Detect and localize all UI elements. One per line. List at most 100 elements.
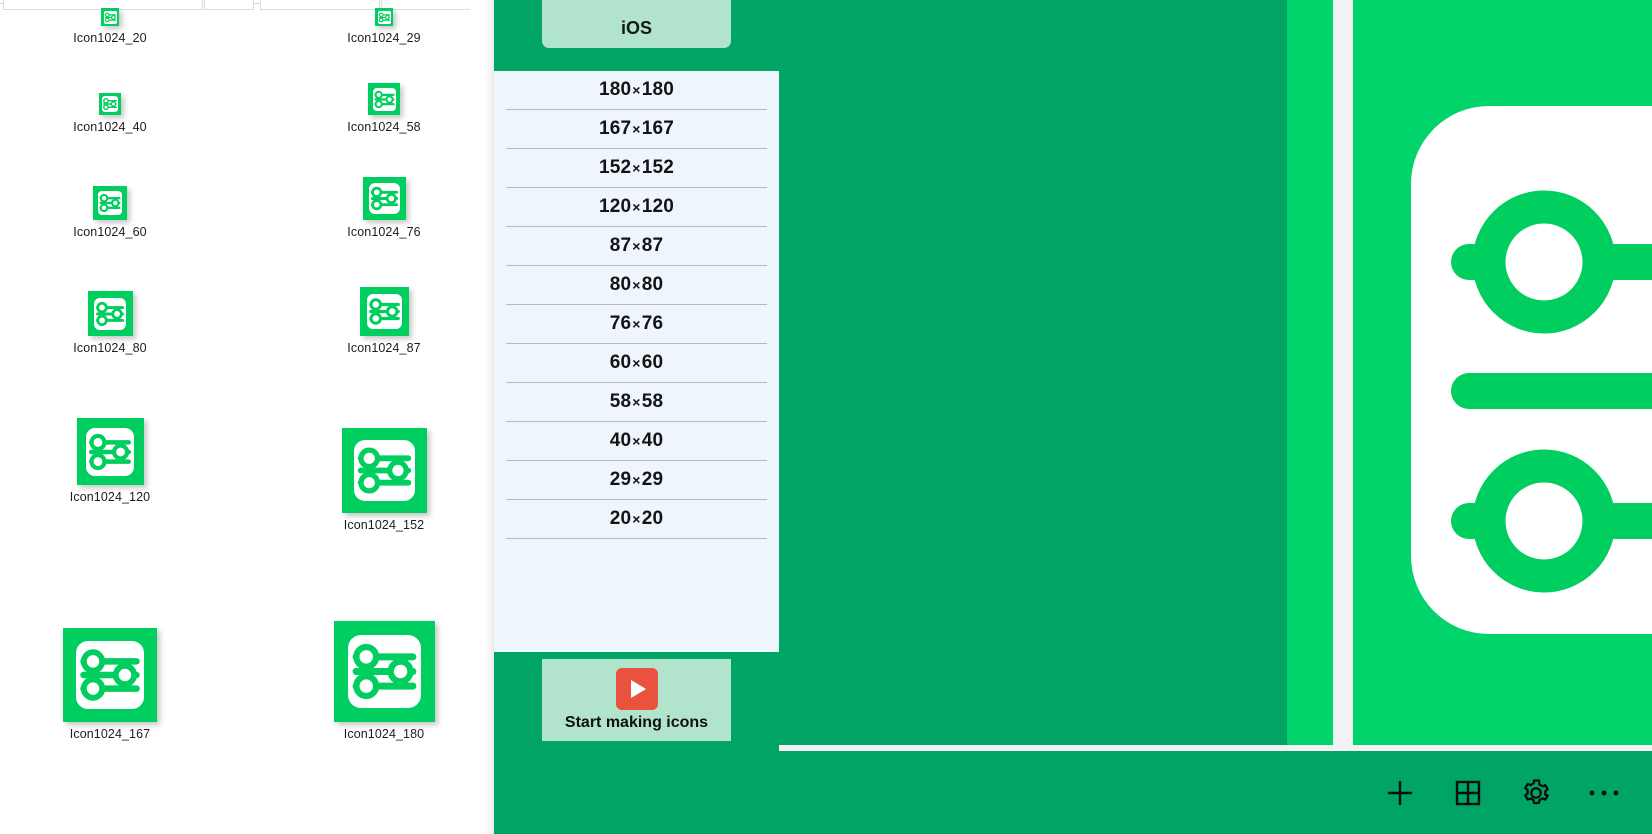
- file-name-label: Icon1024_120: [69, 490, 151, 504]
- file-tile: [63, 628, 157, 722]
- icon-size-label: 40×40: [609, 430, 664, 451]
- pane-divider-shadow: [470, 0, 496, 834]
- file-name-label: Icon1024_60: [73, 225, 147, 239]
- icon-size-row[interactable]: 58×58: [506, 383, 767, 422]
- sidebar-header: iOS: [494, 0, 779, 71]
- icon-size-label: 120×120: [598, 196, 674, 217]
- sliders-icon: [99, 193, 121, 213]
- sliders-icon: [368, 298, 400, 325]
- file-tile-plate: [76, 641, 144, 709]
- sliders-icon: [80, 649, 140, 701]
- file-name-label: Icon1024_40: [73, 120, 147, 134]
- tab-ios[interactable]: iOS: [542, 0, 731, 48]
- play-icon: [615, 668, 658, 710]
- icon-size-label: 76×76: [609, 313, 664, 334]
- more-icon[interactable]: [1570, 751, 1638, 834]
- file-item[interactable]: Icon1024_80: [20, 291, 200, 355]
- file-tile: [359, 287, 409, 336]
- icon-preview-plate: [1411, 106, 1652, 634]
- sliders-icon: [352, 643, 416, 700]
- file-thumbnail: [20, 628, 200, 722]
- file-tile-plate: [368, 183, 400, 214]
- file-tile: [87, 291, 133, 336]
- file-item[interactable]: Icon1024_120: [20, 418, 200, 504]
- file-tile-plate: [103, 10, 117, 24]
- icon-size-row[interactable]: 87×87: [506, 227, 767, 266]
- sliders-icon: [378, 12, 390, 22]
- file-thumbnail: [294, 428, 474, 513]
- icon-size-row[interactable]: 80×80: [506, 266, 767, 305]
- chrome-field-b[interactable]: [204, 0, 254, 10]
- icon-size-label: 87×87: [609, 235, 664, 256]
- icon-size-row[interactable]: 60×60: [506, 344, 767, 383]
- file-item[interactable]: Icon1024_60: [20, 186, 200, 239]
- icon-size-row[interactable]: 29×29: [506, 461, 767, 500]
- file-name-label: Icon1024_167: [69, 727, 151, 741]
- file-tile: [101, 8, 119, 26]
- grid-view-icon[interactable]: [1434, 751, 1502, 834]
- file-tile: [93, 186, 127, 220]
- file-item[interactable]: Icon1024_76: [294, 177, 474, 239]
- icon-size-label: 180×180: [598, 79, 674, 100]
- app-window: Icon1024_20 Icon1024_40 Icon1024_60 Icon…: [0, 0, 1652, 834]
- file-thumbnail: [294, 83, 474, 115]
- sliders-icon: [104, 12, 116, 22]
- file-thumbnail: [20, 291, 200, 336]
- file-tile-plate: [86, 427, 134, 476]
- icon-size-row[interactable]: 152×152: [506, 149, 767, 188]
- file-item[interactable]: Icon1024_167: [20, 628, 200, 741]
- file-thumbnail: [20, 418, 200, 485]
- icon-size-row[interactable]: 180×180: [506, 71, 767, 110]
- file-tile-plate: [94, 297, 126, 330]
- file-item[interactable]: Icon1024_152: [294, 428, 474, 532]
- icon-size-label: 80×80: [609, 274, 664, 295]
- settings-icon[interactable]: [1502, 751, 1570, 834]
- file-item[interactable]: Icon1024_29: [294, 8, 474, 45]
- file-tile-plate: [372, 87, 396, 111]
- file-name-label: Icon1024_58: [347, 120, 421, 134]
- sliders-icon: [373, 90, 395, 108]
- icon-size-row[interactable]: 120×120: [506, 188, 767, 227]
- icon-generator-app: iOS 180×180 167×167 152×152 120×120 87×87 80×…: [494, 0, 1652, 834]
- icon-size-row[interactable]: 20×20: [506, 500, 767, 539]
- file-tile: [99, 93, 121, 115]
- icon-size-label: 20×20: [609, 508, 664, 529]
- file-thumbnail: [20, 93, 200, 115]
- sliders-icon: [89, 433, 131, 470]
- icon-size-row[interactable]: 167×167: [506, 110, 767, 149]
- file-item[interactable]: Icon1024_87: [294, 287, 474, 355]
- bottom-toolbar: [779, 751, 1652, 834]
- sliders-icon: [357, 447, 411, 494]
- file-thumbnail: [294, 177, 474, 220]
- file-name-label: Icon1024_20: [73, 31, 147, 45]
- start-making-icons-label: Start making icons: [564, 714, 709, 731]
- sidebar: iOS 180×180 167×167 152×152 120×120 87×87 80×…: [494, 0, 779, 834]
- file-item[interactable]: Icon1024_180: [294, 621, 474, 741]
- icon-size-list[interactable]: 180×180 167×167 152×152 120×120 87×87 80×80 76…: [494, 71, 779, 652]
- icon-size-label: 60×60: [609, 352, 664, 373]
- file-thumbnail: [20, 186, 200, 220]
- file-item[interactable]: Icon1024_20: [20, 8, 200, 45]
- file-tile-plate: [377, 10, 391, 24]
- sliders-icon: [370, 186, 398, 211]
- add-icon[interactable]: [1366, 751, 1434, 834]
- file-tile: [362, 177, 406, 220]
- icon-size-row[interactable]: 40×40: [506, 422, 767, 461]
- file-item[interactable]: Icon1024_40: [20, 93, 200, 134]
- file-tile-plate: [353, 440, 415, 501]
- file-tile-plate: [98, 191, 122, 215]
- file-tile: [368, 83, 400, 115]
- start-making-icons-button[interactable]: Start making icons: [542, 659, 731, 741]
- file-name-label: Icon1024_152: [343, 518, 425, 532]
- file-tile: [76, 418, 144, 485]
- sliders-icon: [1451, 190, 1652, 593]
- icon-size-row[interactable]: 76×76: [506, 305, 767, 344]
- sliders-icon: [103, 97, 117, 111]
- file-name-label: Icon1024_80: [73, 341, 147, 355]
- file-name-label: Icon1024_87: [347, 341, 421, 355]
- file-tile: [333, 621, 435, 722]
- file-item[interactable]: Icon1024_58: [294, 83, 474, 134]
- sliders-icon: [96, 301, 124, 326]
- file-tile-plate: [102, 96, 118, 112]
- preview-right-gutter: [1333, 0, 1353, 745]
